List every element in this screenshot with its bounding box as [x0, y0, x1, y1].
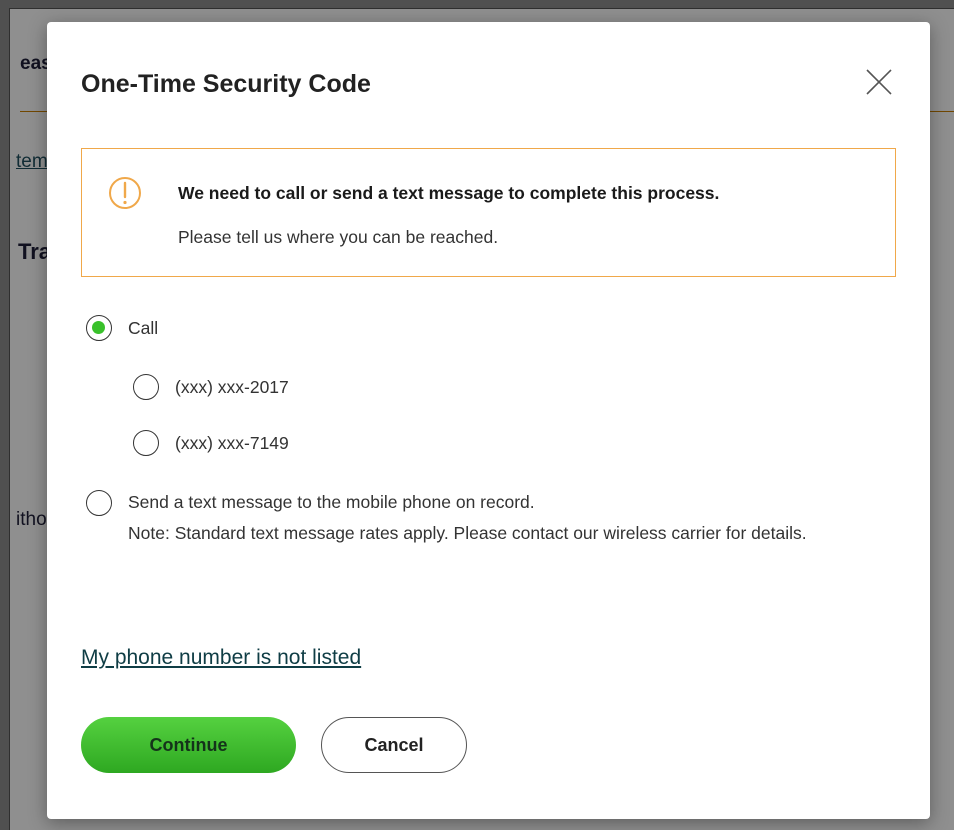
phone-1-radio[interactable] [133, 374, 159, 400]
phone-1-label: (xxx) xxx-2017 [175, 377, 289, 397]
alert-box: We need to call or send a text message t… [81, 148, 896, 277]
alert-title: We need to call or send a text message t… [178, 183, 720, 203]
phone-option-1[interactable]: (xxx) xxx-2017 [133, 374, 289, 402]
phone-2-radio[interactable] [133, 430, 159, 456]
close-icon[interactable] [863, 66, 895, 98]
dialog-title: One-Time Security Code [81, 70, 371, 98]
sms-option[interactable]: Send a text message to the mobile phone … [86, 490, 888, 549]
continue-button[interactable]: Continue [81, 717, 296, 773]
call-option[interactable]: Call [86, 315, 158, 343]
call-radio[interactable] [86, 315, 112, 341]
alert-body: Please tell us where you can be reached. [178, 227, 499, 247]
phone-2-label: (xxx) xxx-7149 [175, 433, 289, 453]
warning-icon [108, 173, 142, 213]
phone-not-listed-link[interactable]: My phone number is not listed [81, 646, 361, 670]
call-label: Call [128, 318, 159, 338]
sms-radio[interactable] [86, 490, 112, 516]
sms-line-1: Send a text message to the mobile phone … [128, 492, 535, 512]
sms-label: Send a text message to the mobile phone … [128, 487, 888, 549]
security-code-dialog: One-Time Security Code We need to call o… [47, 22, 930, 819]
phone-option-2[interactable]: (xxx) xxx-7149 [133, 430, 289, 458]
sms-note: Note: Standard text message rates apply.… [128, 523, 807, 543]
cancel-button[interactable]: Cancel [321, 717, 467, 773]
